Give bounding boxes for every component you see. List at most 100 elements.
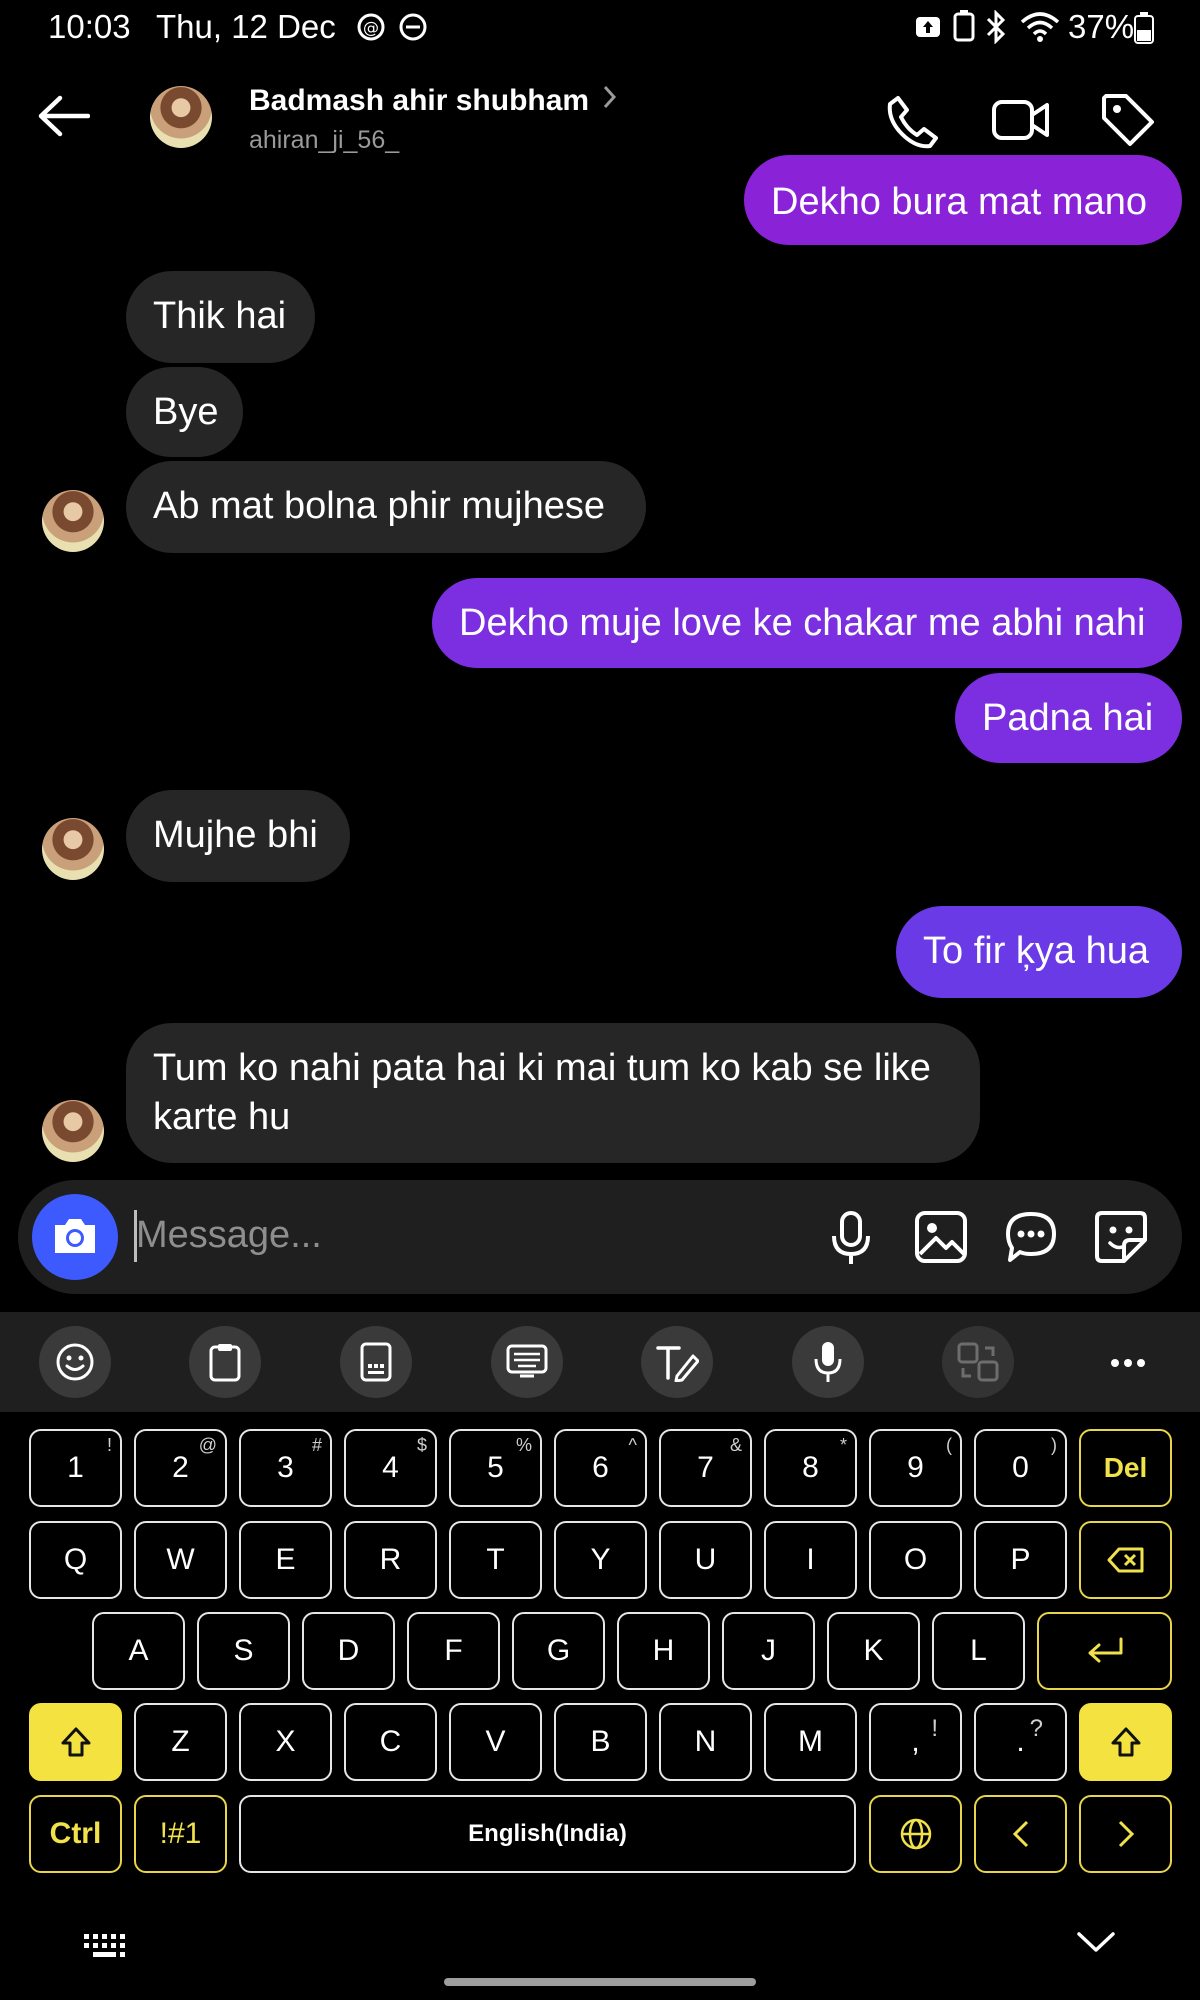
contact-username[interactable]: ahiran_ji_56_ <box>249 126 399 155</box>
sticker-icon[interactable] <box>1094 1210 1148 1264</box>
key-y[interactable]: Y <box>554 1521 647 1599</box>
voice-input-icon[interactable] <box>792 1326 864 1398</box>
message-bubble-sent[interactable]: To fir ķya hua <box>896 906 1182 998</box>
message-line: karte hu <box>153 1096 291 1138</box>
key-x[interactable]: X <box>239 1703 332 1781</box>
handwriting-icon[interactable] <box>641 1326 713 1398</box>
key-v[interactable]: V <box>449 1703 542 1781</box>
key-i[interactable]: I <box>764 1521 857 1599</box>
microphone-icon[interactable] <box>826 1210 876 1266</box>
key-label: 9 <box>907 1451 924 1484</box>
sender-avatar[interactable] <box>42 818 104 880</box>
key-h[interactable]: H <box>617 1612 710 1690</box>
sender-avatar[interactable] <box>42 1100 104 1162</box>
space-key[interactable]: English(India) <box>239 1795 856 1873</box>
key-j[interactable]: J <box>722 1612 815 1690</box>
symbols-key[interactable]: !#1 <box>134 1795 227 1873</box>
ctrl-key[interactable]: Ctrl <box>29 1795 122 1873</box>
one-handed-keyboard-icon[interactable] <box>340 1326 412 1398</box>
key-comma[interactable]: ,! <box>869 1703 962 1781</box>
key-a[interactable]: A <box>92 1612 185 1690</box>
key-alt: ! <box>931 1715 938 1742</box>
message-bubble-received[interactable]: Ab mat bolna phir mujhese <box>126 461 646 553</box>
key-r[interactable]: R <box>344 1521 437 1599</box>
backspace-key[interactable] <box>1079 1521 1172 1599</box>
sender-avatar[interactable] <box>42 490 104 552</box>
back-arrow-icon[interactable] <box>36 94 90 138</box>
shift-key[interactable] <box>29 1703 122 1781</box>
key-5[interactable]: 5% <box>449 1429 542 1507</box>
emoji-icon[interactable] <box>39 1326 111 1398</box>
shift-key-right[interactable] <box>1079 1703 1172 1781</box>
key-3[interactable]: 3 # <box>239 1429 332 1507</box>
more-options-icon[interactable] <box>1110 1358 1146 1368</box>
key-label: 4 <box>382 1451 399 1484</box>
cursor-right-key[interactable] <box>1079 1795 1172 1873</box>
key-d[interactable]: D <box>302 1612 395 1690</box>
key-label: . <box>1016 1725 1025 1758</box>
chevron-right-icon[interactable] <box>602 84 618 110</box>
message-bubble-sent[interactable]: Dekho bura mat mano <box>744 155 1182 245</box>
clipboard-icon[interactable] <box>189 1326 261 1398</box>
contact-name[interactable]: Badmash ahir shubham <box>249 84 589 118</box>
home-indicator[interactable] <box>444 1978 756 1986</box>
key-m[interactable]: M <box>764 1703 857 1781</box>
message-bubble-received[interactable]: Mujhe bhi <box>126 790 350 882</box>
status-date: Thu, 12 Dec <box>156 8 336 45</box>
key-4[interactable]: 4 $ <box>344 1429 437 1507</box>
key-q[interactable]: Q <box>29 1521 122 1599</box>
message-bubble-received[interactable]: Tum ko nahi pata hai ki mai tum ko kab s… <box>126 1023 980 1163</box>
gallery-icon[interactable] <box>914 1210 968 1264</box>
enter-key[interactable] <box>1037 1612 1172 1690</box>
key-8[interactable]: 8 * <box>764 1429 857 1507</box>
key-alt: & <box>729 1435 742 1455</box>
video-call-icon[interactable] <box>992 96 1050 144</box>
key-p[interactable]: P <box>974 1521 1067 1599</box>
message-input[interactable]: Message... <box>136 1214 322 1257</box>
key-t[interactable]: T <box>449 1521 542 1599</box>
key-e[interactable]: E <box>239 1521 332 1599</box>
hide-keyboard-icon[interactable] <box>1076 1930 1116 1954</box>
key-0[interactable]: 0) <box>974 1429 1067 1507</box>
keyboard-switch-icon[interactable] <box>82 1932 130 1960</box>
key-6[interactable]: 6 ^ <box>554 1429 647 1507</box>
key-label: , <box>911 1725 920 1758</box>
phone-icon[interactable] <box>884 94 940 150</box>
message-bubble-received[interactable]: Bye <box>126 367 243 457</box>
key-k[interactable]: K <box>827 1612 920 1690</box>
language-key[interactable] <box>869 1795 962 1873</box>
key-w[interactable]: W <box>134 1521 227 1599</box>
key-alt: ( <box>946 1435 952 1455</box>
camera-button[interactable] <box>32 1194 118 1280</box>
key-label: 1 <box>67 1451 84 1484</box>
message-bubble-sent[interactable]: Dekho muje love ke chakar me abhi nahi <box>432 578 1182 668</box>
translate-icon[interactable] <box>942 1326 1014 1398</box>
key-f[interactable]: F <box>407 1612 500 1690</box>
key-alt: ! <box>106 1435 112 1455</box>
enter-icon <box>1085 1637 1125 1665</box>
key-g[interactable]: G <box>512 1612 605 1690</box>
chat-bubble-icon[interactable] <box>1004 1210 1058 1264</box>
tag-icon[interactable] <box>1100 92 1156 148</box>
key-l[interactable]: L <box>932 1612 1025 1690</box>
key-label: 2 <box>172 1451 189 1484</box>
key-c[interactable]: C <box>344 1703 437 1781</box>
key-u[interactable]: U <box>659 1521 752 1599</box>
key-b[interactable]: B <box>554 1703 647 1781</box>
key-z[interactable]: Z <box>134 1703 227 1781</box>
key-9[interactable]: 9( <box>869 1429 962 1507</box>
key-o[interactable]: O <box>869 1521 962 1599</box>
keyboard-mode-icon[interactable] <box>491 1326 563 1398</box>
key-7[interactable]: 7 & <box>659 1429 752 1507</box>
key-1[interactable]: 1! <box>29 1429 122 1507</box>
delete-key[interactable]: Del <box>1079 1429 1172 1507</box>
cursor-left-key[interactable] <box>974 1795 1067 1873</box>
avatar[interactable] <box>150 86 212 148</box>
key-period[interactable]: .? <box>974 1703 1067 1781</box>
key-s[interactable]: S <box>197 1612 290 1690</box>
key-label: 5 <box>487 1451 504 1484</box>
key-n[interactable]: N <box>659 1703 752 1781</box>
message-bubble-received[interactable]: Thik hai <box>126 271 315 363</box>
key-2[interactable]: 2 @ <box>134 1429 227 1507</box>
message-bubble-sent[interactable]: Padna hai <box>955 673 1182 763</box>
